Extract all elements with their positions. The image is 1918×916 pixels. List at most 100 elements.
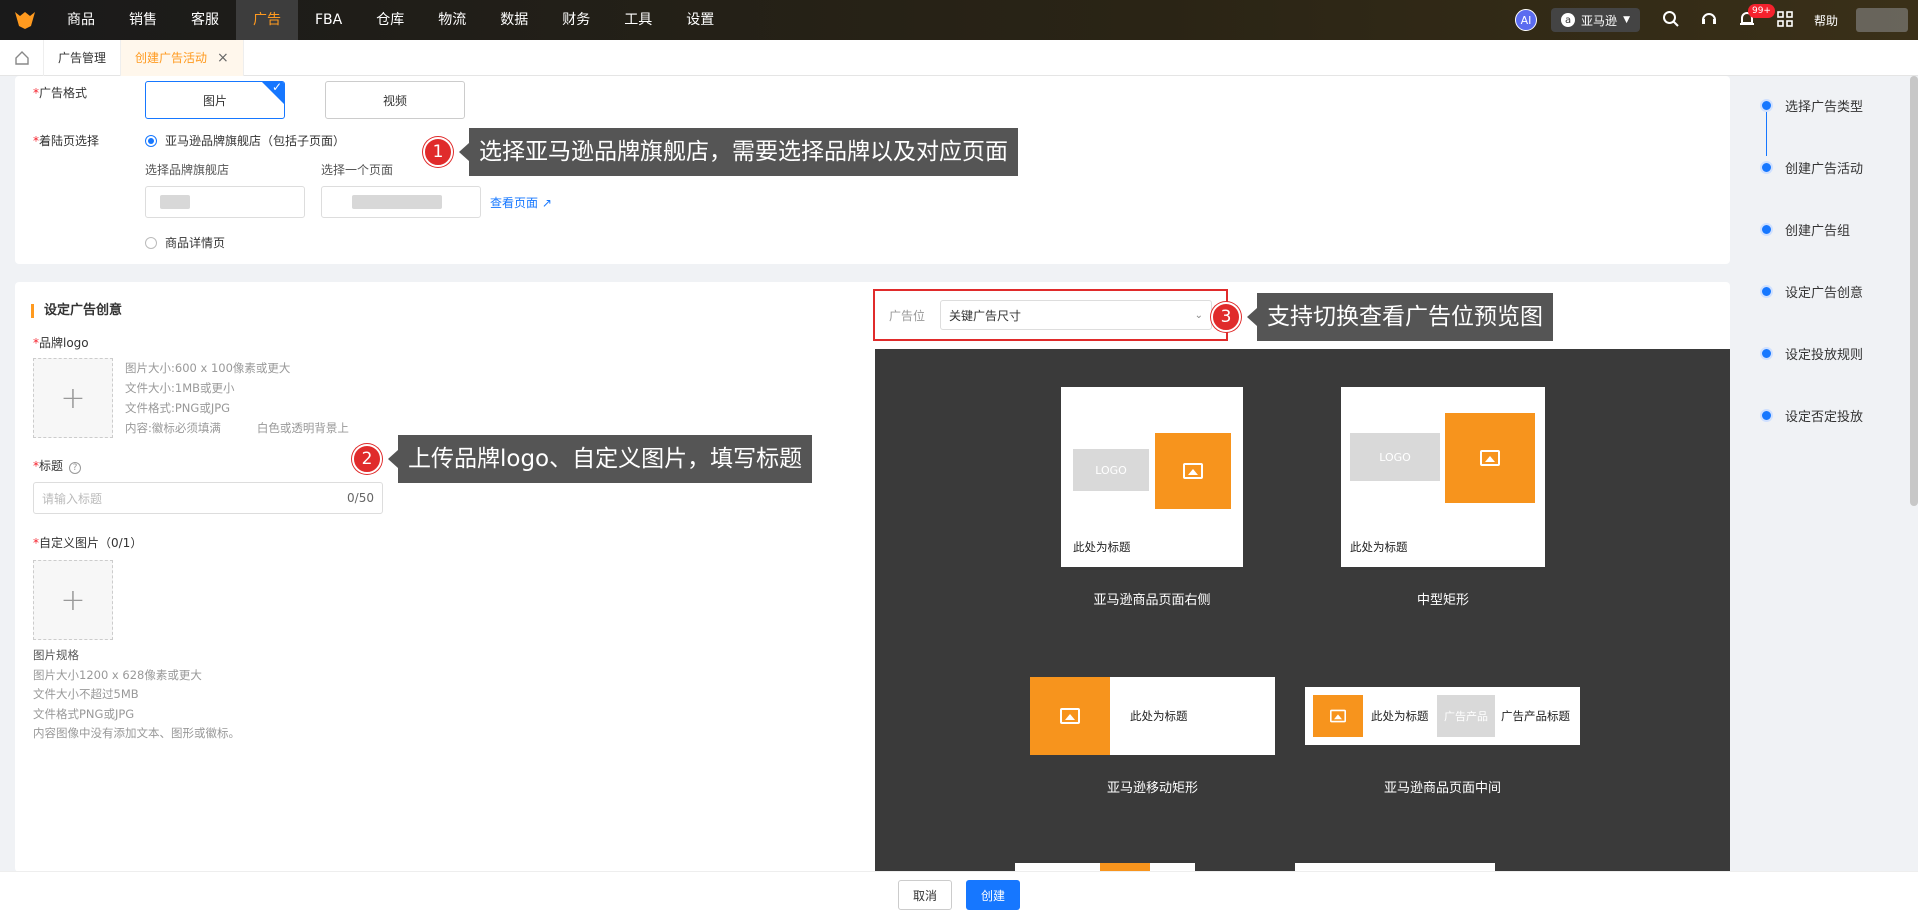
- nav-item-sales[interactable]: 销售: [112, 0, 174, 40]
- plus-icon: +: [60, 380, 86, 416]
- step-dot: [1760, 223, 1773, 236]
- view-page-link[interactable]: 查看页面 ↗: [490, 194, 552, 211]
- image-placeholder: [1030, 677, 1110, 755]
- step-create-campaign[interactable]: 创建广告活动: [1760, 158, 1863, 177]
- search-icon[interactable]: [1662, 10, 1682, 30]
- product-placeholder: 广告产品: [1437, 695, 1495, 737]
- plus-icon: +: [60, 582, 86, 618]
- callout-2: 2 上传品牌logo、自定义图片，填写标题: [352, 435, 813, 483]
- callout-3: 3 支持切换查看广告位预览图: [1211, 293, 1553, 341]
- nav-item-tools[interactable]: 工具: [607, 0, 669, 40]
- title-label: *标题?: [33, 457, 82, 474]
- main-nav: 商品 销售 客服 广告 FBA 仓库 物流 数据 财务 工具 设置: [50, 0, 731, 40]
- image-placeholder: [1155, 433, 1231, 509]
- headline-text: 此处为标题: [1073, 540, 1131, 554]
- image-specs: 图片规格 图片大小1200 x 628像素或更大 文件大小不超过5MB 文件格式…: [33, 646, 240, 744]
- brand-store-label: 选择品牌旗舰店: [145, 163, 230, 177]
- tab-create-campaign[interactable]: 创建广告活动 ×: [121, 39, 244, 76]
- landing-label: *着陆页选择: [33, 134, 100, 148]
- page-scrollbar[interactable]: [1910, 76, 1918, 506]
- close-icon[interactable]: ×: [217, 40, 229, 76]
- callout-text: 支持切换查看广告位预览图: [1257, 293, 1553, 341]
- callout-number: 2: [352, 444, 382, 474]
- page-select[interactable]: [321, 186, 481, 218]
- step-set-creative[interactable]: 设定广告创意: [1760, 282, 1863, 301]
- help-link[interactable]: 帮助: [1814, 12, 1838, 29]
- custom-image-label: *自定义图片（0/1）: [33, 536, 143, 550]
- page-select-label: 选择一个页面: [321, 163, 394, 177]
- home-icon[interactable]: [0, 39, 44, 76]
- preview-card-mobile-rectangle: 此处为标题: [1030, 677, 1275, 755]
- image-icon: [1330, 709, 1346, 723]
- logo-placeholder: LOGO: [1073, 449, 1149, 491]
- tab-label: 创建广告活动: [135, 50, 208, 65]
- tab-ad-management[interactable]: 广告管理: [44, 39, 122, 76]
- step-label: 选择广告类型: [1785, 100, 1864, 115]
- blurred-value: [352, 195, 442, 209]
- nav-item-data[interactable]: 数据: [483, 0, 545, 40]
- bell-icon[interactable]: 99+: [1738, 4, 1775, 30]
- step-label: 创建广告活动: [1785, 162, 1864, 177]
- step-set-negative-targeting[interactable]: 设定否定投放: [1760, 406, 1863, 425]
- logo-upload[interactable]: +: [33, 358, 113, 438]
- store-name: 亚马逊: [1581, 13, 1618, 28]
- nav-item-products[interactable]: 商品: [50, 0, 112, 40]
- user-avatar[interactable]: [1856, 8, 1908, 32]
- apps-grid-icon[interactable]: [1776, 10, 1796, 30]
- callout-text: 上传品牌logo、自定义图片，填写标题: [398, 435, 813, 483]
- step-select-ad-type[interactable]: 选择广告类型: [1760, 96, 1863, 115]
- hint-line: 文件大小:1MB或更小: [125, 381, 235, 395]
- format-video-label: 视频: [382, 93, 407, 108]
- logo-placeholder: LOGO: [1350, 433, 1440, 481]
- format-image-button[interactable]: 图片 ✓: [145, 81, 285, 119]
- image-icon: [1480, 450, 1500, 466]
- page-tabs: 广告管理 创建广告活动 ×: [0, 39, 1918, 76]
- ai-assistant-button[interactable]: AI: [1515, 9, 1538, 31]
- title-placeholder: 请输入标题: [42, 491, 103, 506]
- nav-item-settings[interactable]: 设置: [669, 0, 731, 40]
- preview-card-right-side: LOGO 此处为标题: [1061, 387, 1243, 567]
- radio-product-detail[interactable]: 商品详情页: [145, 234, 225, 251]
- create-button[interactable]: 创建: [966, 880, 1020, 910]
- spec-line: 文件大小不超过5MB: [33, 687, 139, 701]
- nav-item-fba[interactable]: FBA: [298, 0, 359, 40]
- headset-icon[interactable]: [1700, 10, 1720, 30]
- format-video-button[interactable]: 视频: [325, 81, 465, 119]
- chevron-down-icon: ▼: [1623, 15, 1630, 25]
- store-selector[interactable]: a 亚马逊 ▼: [1551, 8, 1640, 32]
- help-icon[interactable]: ?: [69, 462, 82, 474]
- nav-item-warehouse[interactable]: 仓库: [359, 0, 421, 40]
- nav-item-logistics[interactable]: 物流: [421, 0, 483, 40]
- callout-arrow: [459, 143, 469, 161]
- spec-line: 图片大小1200 x 628像素或更大: [33, 667, 202, 682]
- custom-image-upload[interactable]: +: [33, 560, 113, 640]
- external-link-icon: ↗: [541, 196, 552, 210]
- callout-number: 3: [1211, 302, 1241, 332]
- step-set-targeting[interactable]: 设定投放规则: [1760, 344, 1863, 363]
- nav-item-ads[interactable]: 广告: [236, 0, 298, 40]
- top-navigation-bar: 商品 销售 客服 广告 FBA 仓库 物流 数据 财务 工具 设置 AI a 亚…: [0, 0, 1918, 40]
- step-connector: [1766, 108, 1767, 156]
- step-create-ad-group[interactable]: 创建广告组: [1760, 220, 1850, 239]
- placement-select[interactable]: 关键广告尺寸 ⌄: [940, 300, 1212, 330]
- cancel-button[interactable]: 取消: [898, 880, 952, 910]
- nav-item-finance[interactable]: 财务: [545, 0, 607, 40]
- radio-dot: [145, 236, 157, 249]
- placement-value: 关键广告尺寸: [949, 308, 1022, 323]
- callout-arrow: [388, 450, 398, 468]
- nav-item-service[interactable]: 客服: [174, 0, 236, 40]
- title-input[interactable]: 请输入标题 0/50: [33, 482, 383, 514]
- caption-product-middle: 亚马逊商品页面中间: [1383, 781, 1501, 796]
- creative-panel: 设定广告创意 *品牌logo + 图片大小:600 x 100像素或更大 文件大…: [15, 282, 1730, 872]
- radio-brand-store[interactable]: 亚马逊品牌旗舰店（包括子页面）: [145, 132, 345, 149]
- hint-line: 图片大小:600 x 100像素或更大: [125, 361, 291, 375]
- spec-line: 内容图像中没有添加文本、图形或徽标。: [33, 726, 240, 740]
- topbar-actions: AI a 亚马逊 ▼ 99+ 帮助: [1515, 0, 1918, 40]
- callout-text: 选择亚马逊品牌旗舰店，需要选择品牌以及对应页面: [469, 128, 1018, 176]
- step-dot: [1760, 285, 1773, 298]
- app-logo-icon[interactable]: [0, 0, 50, 40]
- caption-right-side: 亚马逊商品页面右侧: [1093, 593, 1211, 608]
- brand-store-select[interactable]: [145, 186, 305, 218]
- spec-line: 文件格式PNG或JPG: [33, 706, 135, 721]
- logo-hints: 图片大小:600 x 100像素或更大 文件大小:1MB或更小 文件格式:PNG…: [125, 358, 349, 438]
